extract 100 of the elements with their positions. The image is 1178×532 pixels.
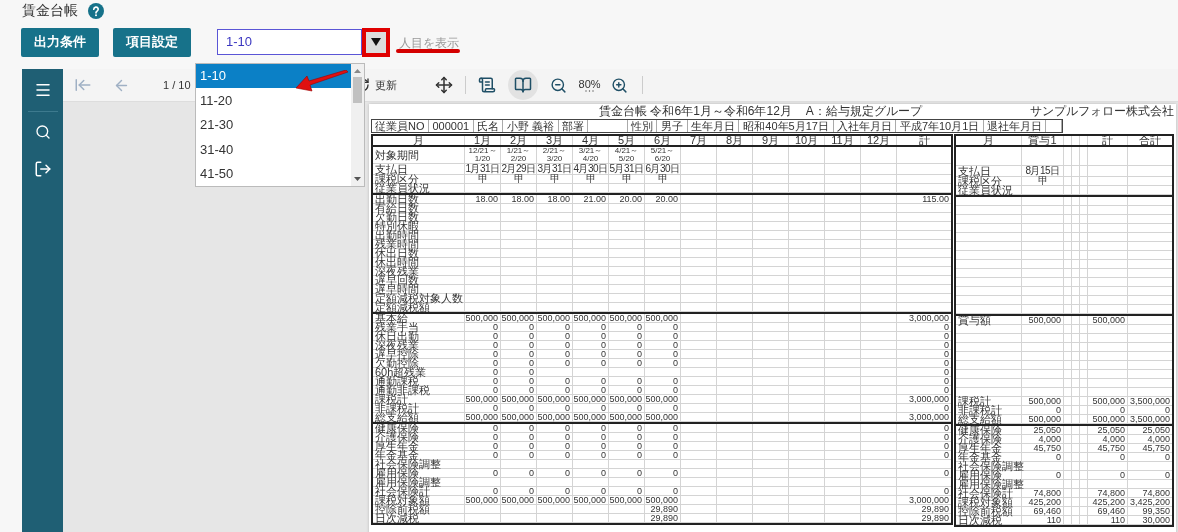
table-cell-text: 0 [564, 340, 571, 350]
table-cell-text: 0 [492, 468, 499, 478]
table-cell-text: 0 [528, 376, 535, 386]
dropdown-option[interactable]: 11-20 [196, 88, 351, 113]
dropdown-option[interactable]: 21-30 [196, 112, 351, 138]
table-cell-text: 0 [636, 331, 643, 341]
table-cell-text: 0 [600, 358, 607, 368]
table-cell-text: 0 [600, 423, 607, 433]
refresh-label[interactable]: 更新 [374, 76, 397, 94]
table-cell-text: 2/21～3/20 [541, 147, 568, 163]
row-label: 年金基金 [958, 452, 1002, 462]
table-cell-text: 0 [492, 331, 499, 341]
table-cell-text: 0 [636, 349, 643, 359]
row-label: 雇用保険 [958, 470, 1002, 480]
table-cell-text: 0 [637, 322, 643, 332]
table-cell-text: 0 [636, 441, 643, 451]
table-cell-text: 0 [943, 367, 950, 377]
table-cell-text: 0 [492, 358, 499, 368]
table-cell-text: 0 [943, 385, 950, 395]
table-cell-text: 0 [636, 340, 643, 350]
table-cell: 3月31日 [537, 164, 572, 174]
table-cell-text: 4/21～5/20 [613, 147, 640, 163]
table-cell-text: 25,050 [1096, 425, 1126, 435]
table-cell-text: 3,000,000 [907, 412, 950, 422]
table-cell-text: 99,350 [1142, 506, 1171, 516]
row-label: 介護保険 [375, 432, 419, 442]
scroll-bar[interactable] [351, 64, 364, 186]
table-cell-text: 29,890 [649, 513, 679, 523]
export-icon[interactable] [33, 160, 52, 178]
help-icon[interactable] [88, 2, 104, 19]
row-label: 定額減税額 [375, 302, 430, 312]
view-mode-button[interactable] [507, 70, 538, 100]
table-cell-text: 8月15日 [1024, 166, 1061, 176]
table-cell-text: 3,425,200 [1128, 497, 1171, 507]
zoom-out-icon[interactable] [549, 76, 567, 94]
dropdown-option[interactable]: 41-50 [196, 161, 351, 187]
table-cell-text: 甲 [585, 174, 597, 184]
row-label: 定額減税対象人数 [375, 293, 463, 303]
info-label: 従業員NO [375, 120, 425, 132]
range-select[interactable]: 1-10 [217, 29, 362, 55]
row-label: 対象期間 [375, 150, 419, 160]
table-cell-text: 500,000 [609, 412, 643, 422]
move-icon[interactable] [434, 76, 453, 94]
row-label: 支払日 [958, 166, 991, 176]
row-label: 出勤日数 [375, 194, 419, 204]
row-label: 日次減税 [375, 513, 419, 523]
table-cell-text: 0 [636, 432, 643, 442]
info-value: 昭和40年5月17日 [743, 120, 829, 132]
action-button[interactable]: 出力条件 [21, 27, 99, 57]
table-cell-text: 0 [529, 403, 535, 413]
table-cell-text: 0 [943, 376, 950, 386]
table-cell-text: 4,000 [1147, 434, 1171, 444]
table-cell-text: 0 [564, 385, 571, 395]
info-label: 部署 [562, 120, 585, 132]
row-label: 社会保険計 [958, 488, 1013, 498]
table-cell-text: 0 [1056, 405, 1062, 415]
menu-icon[interactable] [33, 81, 52, 99]
search-icon[interactable] [34, 124, 51, 140]
table-cell-text: 0 [636, 450, 643, 460]
table-cell-text: 0 [672, 423, 679, 433]
report-group: A：給与規定グループ [805, 105, 922, 118]
row-label: 支払日 [375, 164, 408, 174]
table-cell-text: 500,000 [645, 495, 679, 505]
table-cell-text: 500,000 [501, 313, 535, 323]
table-cell-text: 0 [1119, 470, 1126, 480]
row-label: 賞与額 [958, 315, 991, 325]
table-cell-text: 0 [564, 450, 571, 460]
table-cell-text: 500,000 [573, 313, 607, 323]
zoom-in-icon[interactable] [610, 76, 628, 94]
dropdown-option[interactable]: 31-40 [196, 137, 351, 162]
action-button[interactable]: 項目設定 [113, 27, 191, 57]
row-label: 雇用保険調整 [375, 477, 441, 487]
table-cell-text: 0 [944, 403, 950, 413]
table-cell-text: 0 [600, 468, 607, 478]
table-cell-text: 0 [600, 486, 607, 496]
row-label: 厚生年金 [375, 441, 419, 451]
zoom-level[interactable]: 80% [578, 78, 601, 90]
table-cell-text: 18.00 [546, 194, 571, 204]
table-cell-text: 0 [944, 322, 950, 332]
table-cell-text: 0 [565, 403, 571, 413]
table-cell-text: 0 [564, 349, 571, 359]
table-cell-text: 45,750 [1141, 443, 1171, 453]
table-cell-text: 110 [1110, 515, 1126, 525]
table-cell-text: 3,000,000 [907, 313, 950, 323]
row-label: 介護保険 [958, 434, 1002, 444]
table-cell-text: 0 [528, 441, 535, 451]
row-label: 課税区分 [958, 176, 1002, 186]
row-label: 課税計 [958, 396, 991, 406]
table-cell-text: 0 [600, 450, 607, 460]
table-cell-text: 0 [672, 376, 679, 386]
column-header: 5月 [617, 135, 636, 146]
column-header: 12月 [866, 135, 891, 146]
row-label: 特別休暇 [375, 221, 419, 231]
row-label: 課税対象額 [958, 497, 1013, 507]
table-cell-text: 甲 [1037, 176, 1049, 186]
info-label: 性別 [631, 120, 654, 132]
dropdown-button[interactable] [362, 27, 390, 57]
dropdown-option[interactable]: 1-10 [196, 64, 351, 89]
table-cell-text: 18.00 [474, 194, 499, 204]
table-cell-text: 0 [672, 349, 679, 359]
